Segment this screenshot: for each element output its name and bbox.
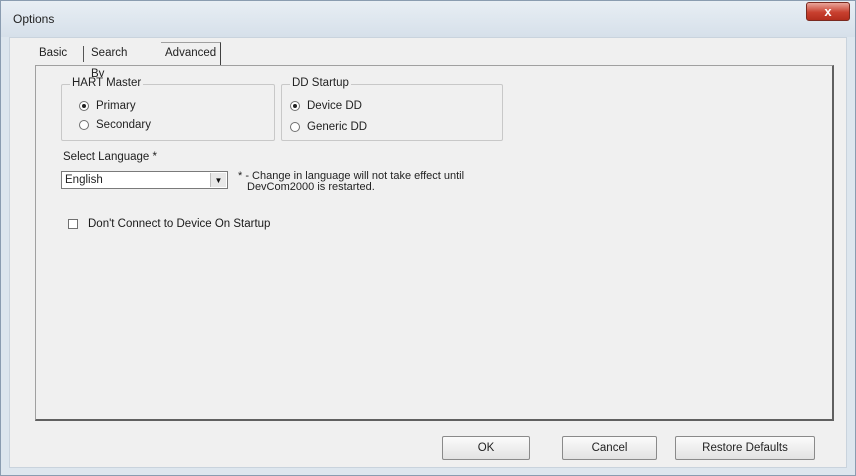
hart-secondary-label: Secondary <box>96 119 151 131</box>
hart-primary-radio[interactable]: Primary <box>79 100 136 112</box>
close-icon: x <box>824 4 832 19</box>
device-dd-radio[interactable]: Device DD <box>290 100 362 112</box>
dd-startup-legend: DD Startup <box>290 77 351 89</box>
close-button[interactable]: x <box>806 2 850 21</box>
tab-advanced[interactable]: Advanced <box>161 42 222 65</box>
window-title: Options <box>13 12 55 26</box>
dont-connect-checkbox[interactable] <box>68 219 78 229</box>
options-dialog: Options x Basic Search By Advanced HART … <box>0 0 856 476</box>
device-dd-label: Device DD <box>307 100 362 112</box>
language-value: English <box>65 174 103 186</box>
radio-button[interactable] <box>290 122 300 132</box>
hart-master-group: HART Master <box>61 77 275 141</box>
radio-button[interactable] <box>79 101 89 111</box>
restore-defaults-button[interactable]: Restore Defaults <box>675 436 815 460</box>
tab-divider <box>83 46 84 62</box>
title-bar[interactable]: Options x <box>1 1 855 37</box>
language-select[interactable]: English ▼ <box>61 171 228 189</box>
hart-primary-label: Primary <box>96 100 136 112</box>
generic-dd-radio[interactable]: Generic DD <box>290 121 367 133</box>
radio-selected-dot <box>82 104 86 108</box>
hart-master-legend: HART Master <box>70 77 144 89</box>
dont-connect-label: Don't Connect to Device On Startup <box>88 218 271 230</box>
language-note-line2: DevCom2000 is restarted. <box>247 181 375 193</box>
language-note: * - Change in language will not take eff… <box>238 170 538 193</box>
generic-dd-label: Generic DD <box>307 121 368 133</box>
radio-button[interactable] <box>290 101 300 111</box>
cancel-button[interactable]: Cancel <box>562 436 657 460</box>
tab-basic[interactable]: Basic <box>35 43 71 64</box>
hart-secondary-radio[interactable]: Secondary <box>79 119 151 131</box>
ok-button[interactable]: OK <box>442 436 530 460</box>
dont-connect-checkbox-row[interactable]: Don't Connect to Device On Startup <box>68 218 270 230</box>
select-language-label: Select Language * <box>63 151 157 163</box>
tab-search-by[interactable]: Search By <box>87 43 131 80</box>
language-note-line1: * - Change in language will not take eff… <box>238 170 465 182</box>
radio-selected-dot <box>293 104 297 108</box>
chevron-down-icon[interactable]: ▼ <box>210 173 226 187</box>
radio-button[interactable] <box>79 120 89 130</box>
